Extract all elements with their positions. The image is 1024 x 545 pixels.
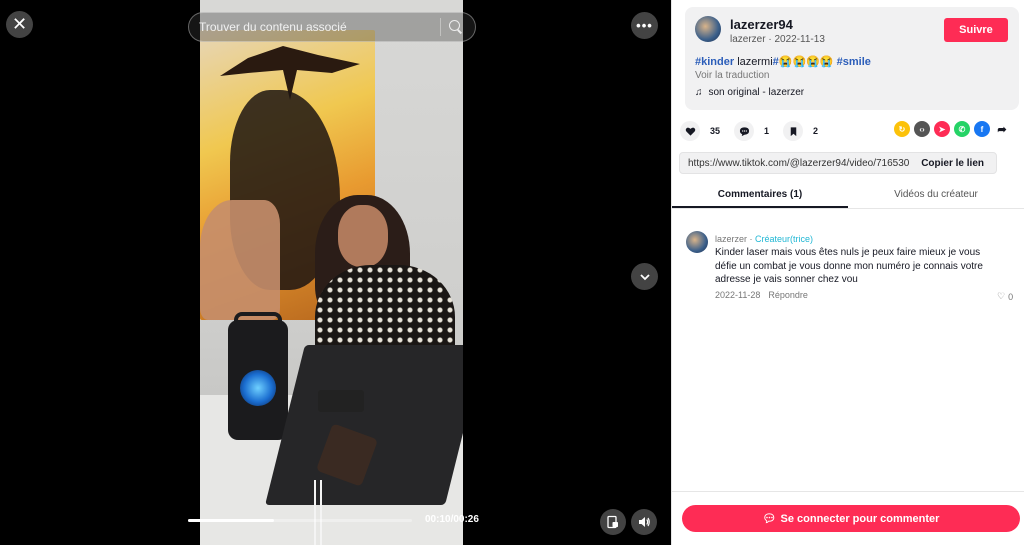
person-face <box>338 205 388 267</box>
search-separator <box>440 18 441 36</box>
facebook-icon[interactable]: f <box>974 121 990 137</box>
tab-comments[interactable]: Commentaires (1) <box>672 183 848 208</box>
login-to-comment-button[interactable]: 💬︎ Se connecter pour commenter <box>682 505 1020 532</box>
author-subline: lazerzer · 2022-11-13 <box>730 34 825 45</box>
repost-icon[interactable]: ↻ <box>894 121 910 137</box>
caption-text: lazermi <box>734 56 773 68</box>
video-url[interactable]: https://www.tiktok.com/@lazerzer94/video… <box>680 158 909 169</box>
comment-count: 1 <box>764 126 770 136</box>
creator-badge: Créateur(trice) <box>755 234 814 244</box>
heart-icon <box>680 121 700 141</box>
more-button[interactable]: ••• <box>631 12 658 39</box>
music-link[interactable]: ♫ son original - lazerzer <box>695 87 804 98</box>
caption: #kinder lazermi#😭😭😭😭 #smile <box>695 55 871 68</box>
send-icon[interactable]: ➤ <box>934 121 950 137</box>
volume-icon <box>639 517 650 527</box>
more-icon: ••• <box>636 18 653 33</box>
next-video-button[interactable] <box>631 263 658 290</box>
chat-bubble-icon: 💬︎ <box>762 513 777 525</box>
video-info-card: lazerzer94 lazerzer · 2022-11-13 Suivre … <box>685 7 1019 110</box>
music-title: son original - lazerzer <box>708 87 805 98</box>
comment-bar: 💬︎ Se connecter pour commenter <box>672 491 1024 545</box>
comment-like-button[interactable]: ♡ 0 <box>997 291 1013 302</box>
comment-text: Kinder laser mais vous êtes nuls je peux… <box>715 247 983 285</box>
comment-icon <box>734 121 755 141</box>
search-icon[interactable] <box>449 20 463 34</box>
whatsapp-icon[interactable]: ✆ <box>954 121 970 137</box>
search-bar[interactable] <box>188 12 476 42</box>
comment-user[interactable]: lazerzer <box>715 234 747 244</box>
action-bar: 35 1 2 ↻ ‹› ➤ ✆ f ➦ <box>680 121 1020 141</box>
picture-in-picture-button[interactable] <box>600 509 626 535</box>
author-username[interactable]: lazerzer94 <box>730 17 793 32</box>
heart-outline-icon: ♡ <box>997 291 1006 301</box>
bookmark-count: 2 <box>813 126 819 136</box>
copy-link-row: https://www.tiktok.com/@lazerzer94/video… <box>679 152 997 174</box>
music-note-icon: ♫ <box>695 87 703 98</box>
avatar[interactable] <box>695 16 721 42</box>
picture-in-picture-icon <box>607 515 618 529</box>
volume-button[interactable] <box>631 509 657 535</box>
caption-emojis: 😭😭😭😭 <box>778 56 834 68</box>
hashtag-smile[interactable]: #smile <box>834 56 871 68</box>
comment-date: 2022-11-28 <box>715 290 761 300</box>
like-count: 35 <box>710 126 721 136</box>
see-translation-link[interactable]: Voir la traduction <box>695 70 770 81</box>
follow-button[interactable]: Suivre <box>944 18 1008 42</box>
laptop <box>265 345 463 505</box>
comment-meta: lazerzer · Créateur(trice) <box>715 234 813 244</box>
app-root: ✕ ••• 00:10/00:26 lazerzer94 <box>0 0 1024 545</box>
author-nickname: lazerzer <box>730 34 766 45</box>
embed-icon[interactable]: ‹› <box>914 121 930 137</box>
comment-dot: · <box>747 234 756 244</box>
copy-link-button[interactable]: Copier le lien <box>909 158 996 169</box>
share-icons: ↻ ‹› ➤ ✆ f ➦ <box>894 121 1010 137</box>
share-arrow-icon[interactable]: ➦ <box>994 121 1010 137</box>
speaker-handle <box>234 312 282 328</box>
side-panel: lazerzer94 lazerzer · 2022-11-13 Suivre … <box>671 0 1024 545</box>
like-button[interactable]: 35 <box>680 121 720 141</box>
chevron-down-icon <box>639 273 650 280</box>
progress-fill <box>188 519 275 522</box>
time-display: 00:10/00:26 <box>425 514 479 525</box>
hashtag-kinder[interactable]: #kinder <box>695 56 734 68</box>
comment-avatar[interactable] <box>686 231 708 253</box>
painting-hand <box>200 200 280 320</box>
search-input[interactable] <box>199 20 432 34</box>
close-icon: ✕ <box>11 14 28 34</box>
bookmark-icon <box>783 121 804 141</box>
comment-button[interactable]: 1 <box>734 121 769 141</box>
tab-creator-videos[interactable]: Vidéos du créateur <box>848 183 1024 208</box>
speaker <box>228 312 288 440</box>
video-pane: ✕ ••• 00:10/00:26 <box>0 0 671 545</box>
post-date: 2022-11-13 <box>774 34 825 45</box>
tabs: Commentaires (1) Vidéos du créateur <box>672 183 1024 209</box>
phone <box>318 390 364 412</box>
video-player[interactable] <box>200 0 463 545</box>
speaker-light <box>240 370 276 406</box>
login-label: Se connecter pour commenter <box>780 512 940 525</box>
close-button[interactable]: ✕ <box>6 11 33 38</box>
reply-button[interactable]: Répondre <box>768 290 808 300</box>
progress-bar[interactable] <box>188 519 412 522</box>
cable <box>314 480 322 545</box>
comment-like-count: 0 <box>1008 291 1014 302</box>
comment-footer: 2022-11-28 Répondre <box>715 290 808 300</box>
bookmark-button[interactable]: 2 <box>783 121 818 141</box>
